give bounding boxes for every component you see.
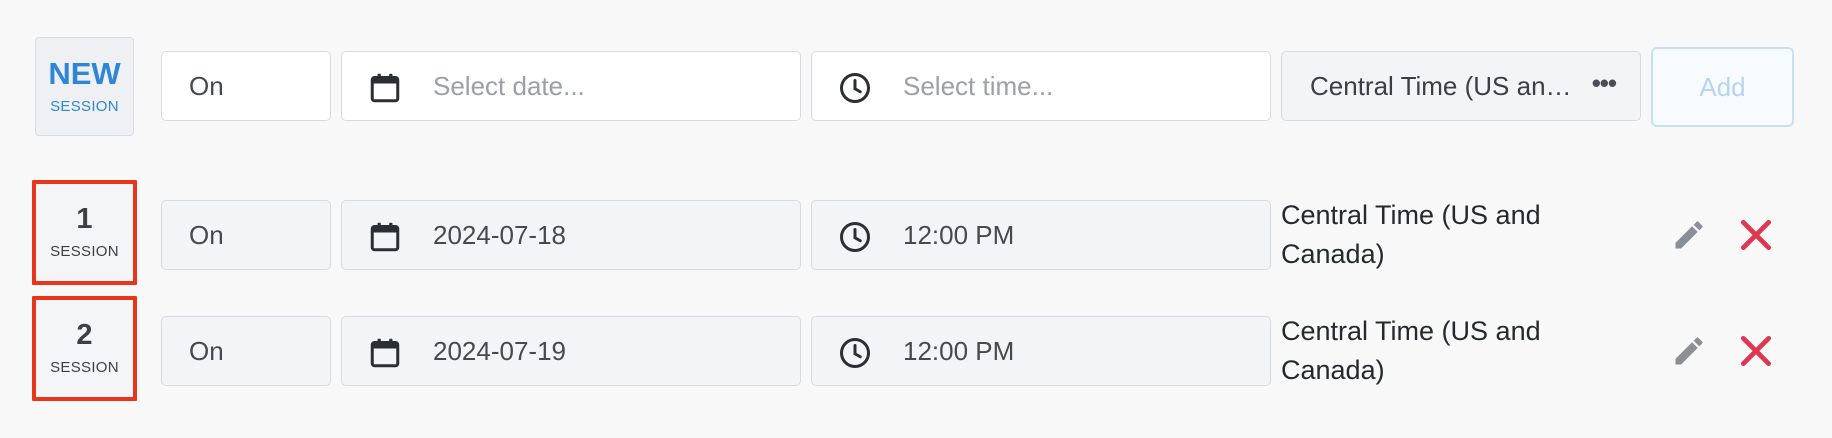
calendar-icon	[370, 338, 400, 368]
pencil-icon[interactable]	[1671, 217, 1707, 253]
session-time-input[interactable]: 12:00 PM	[811, 316, 1271, 386]
session-date-value: 2024-07-18	[433, 219, 566, 250]
new-session-badge-title: NEW	[48, 56, 121, 91]
new-session-timezone-select[interactable]: Central Time (US an… •••	[1281, 51, 1641, 121]
ellipsis-icon[interactable]: •••	[1592, 68, 1617, 99]
session-badge: 2 SESSION	[32, 296, 137, 401]
pencil-icon[interactable]	[1671, 333, 1707, 369]
session-date-input[interactable]: 2024-07-19	[341, 316, 801, 386]
clock-icon	[840, 73, 870, 103]
new-session-mode-value: On	[189, 70, 224, 101]
session-date-value: 2024-07-19	[433, 335, 566, 366]
session-time-value: 12:00 PM	[903, 335, 1015, 366]
session-badge: 1 SESSION	[32, 180, 137, 285]
new-session-date-placeholder: Select date...	[433, 70, 585, 101]
session-badge-label: SESSION	[50, 359, 119, 376]
session-timezone: Central Time (US and Canada)	[1281, 316, 1541, 385]
session-mode-value: On	[189, 335, 224, 366]
session-badge-label: SESSION	[50, 243, 119, 260]
new-session-time-placeholder: Select time...	[903, 70, 1054, 101]
session-mode-select[interactable]: On	[161, 200, 331, 270]
session-timezone: Central Time (US and Canada)	[1281, 200, 1541, 269]
session-mode-value: On	[189, 219, 224, 250]
calendar-icon	[370, 222, 400, 252]
new-session-badge-label: SESSION	[50, 98, 119, 115]
session-number: 1	[76, 203, 93, 235]
close-icon[interactable]	[1737, 216, 1775, 254]
add-session-button[interactable]: Add	[1651, 47, 1794, 127]
session-row: 2 SESSION On 2024-07-19 12:00 PM Central…	[0, 296, 1832, 406]
clock-icon	[840, 338, 870, 368]
new-session-mode-select[interactable]: On	[161, 51, 331, 121]
new-session-date-input[interactable]: Select date...	[341, 51, 801, 121]
session-date-input[interactable]: 2024-07-18	[341, 200, 801, 270]
new-session-badge: NEW SESSION	[35, 37, 134, 136]
new-session-row: NEW SESSION On Select date... Select tim…	[0, 37, 1832, 137]
session-mode-select[interactable]: On	[161, 316, 331, 386]
calendar-icon	[370, 73, 400, 103]
session-number: 2	[76, 319, 93, 351]
session-row: 1 SESSION On 2024-07-18 12:00 PM Central…	[0, 180, 1832, 290]
new-session-time-input[interactable]: Select time...	[811, 51, 1271, 121]
new-session-timezone-value: Central Time (US an…	[1310, 70, 1572, 101]
session-time-value: 12:00 PM	[903, 219, 1015, 250]
clock-icon	[840, 222, 870, 252]
close-icon[interactable]	[1737, 332, 1775, 370]
session-time-input[interactable]: 12:00 PM	[811, 200, 1271, 270]
